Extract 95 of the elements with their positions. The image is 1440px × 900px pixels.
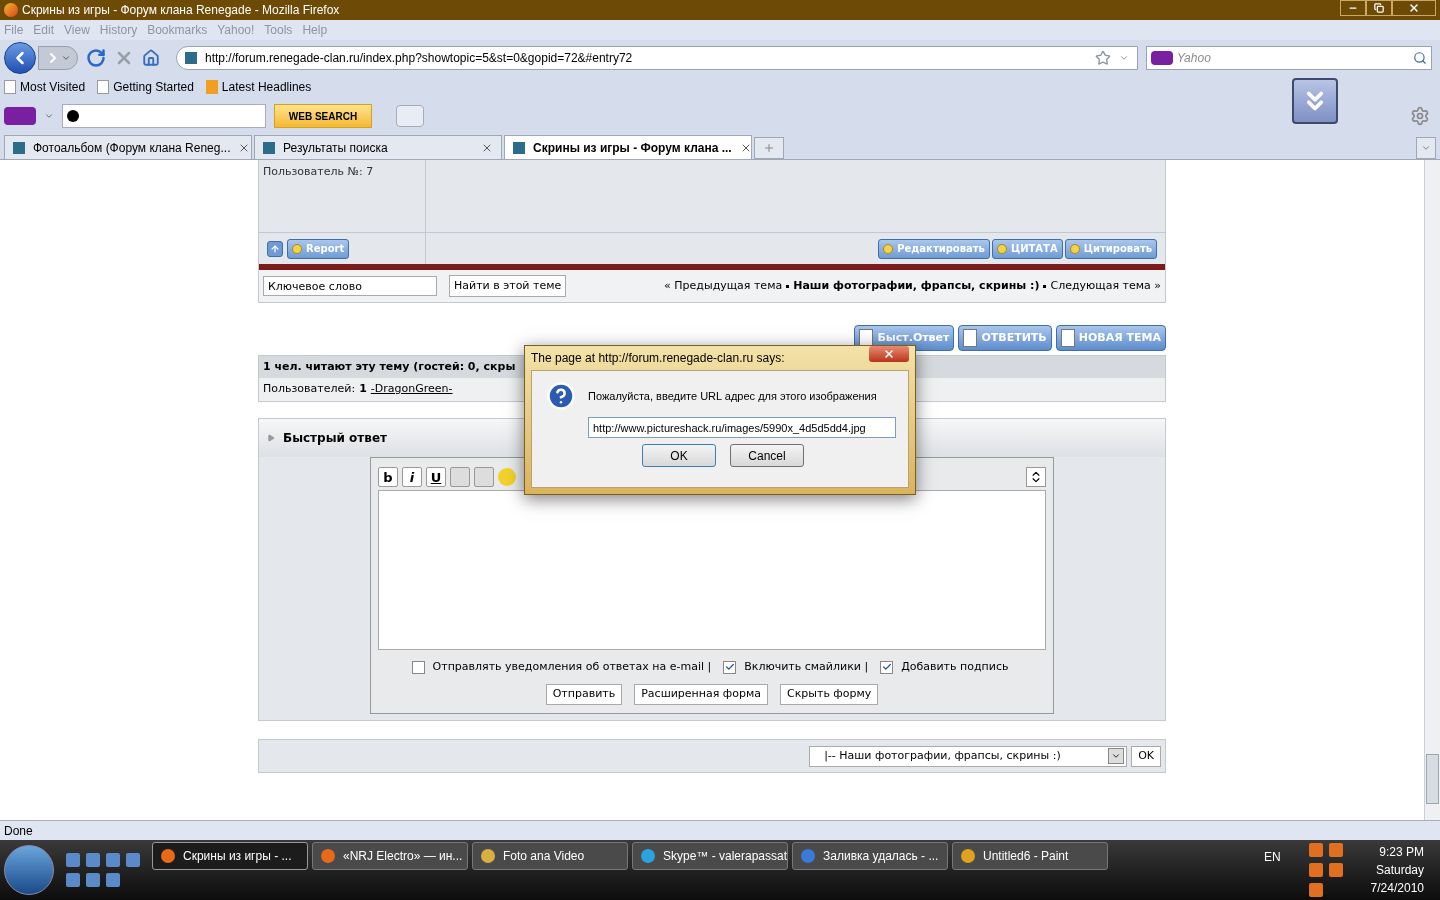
home-icon[interactable] xyxy=(142,49,160,67)
keyword-field[interactable]: Ключевое слово xyxy=(263,276,437,296)
option-label: Включить смайлики | xyxy=(744,658,869,675)
next-topic-link[interactable]: Следующая тема » xyxy=(1050,277,1161,295)
taskbar-button[interactable]: Скрины из игры - ... xyxy=(152,842,308,870)
page-icon xyxy=(4,80,16,94)
dialog-button[interactable]: Cancel xyxy=(730,444,804,467)
format-button[interactable]: U xyxy=(426,467,446,487)
checkbox[interactable] xyxy=(723,660,737,674)
taskbar-button[interactable]: Заливка удалась - ... xyxy=(792,842,948,870)
back-button[interactable] xyxy=(4,42,36,74)
scrollbar-thumb[interactable] xyxy=(1426,754,1439,804)
url-text: http://forum.renegade-clan.ru/index.php?showtopic=5&st=0&gopid=72&#entry72 xyxy=(205,50,633,67)
option-label: Добавить подпись xyxy=(901,658,1009,675)
forum-select[interactable]: |-- Наши фотографии, фрапсы, скрины :) xyxy=(809,745,1128,767)
check-icon xyxy=(724,662,735,672)
dropdown-icon[interactable] xyxy=(1119,53,1129,63)
dialog-title: The page at http://forum.renegade-clan.ru says: xyxy=(531,350,785,367)
star-icon[interactable] xyxy=(1095,50,1111,66)
address-field[interactable]: http://forum.renegade-clan.ru/index.php?showtopic=5&st=0&gopid=72&#entry72 xyxy=(176,46,1138,70)
search-field[interactable]: Yahoo xyxy=(1146,46,1432,70)
site-icon xyxy=(185,52,197,64)
bookmark-item[interactable]: Most Visited xyxy=(4,78,86,96)
user-link[interactable]: -DragonGreen- xyxy=(370,381,453,398)
format-button[interactable]: i xyxy=(402,467,422,487)
close-icon xyxy=(883,348,895,360)
window-title: Скрины из игры - Форум клана Renegade - Mozilla Firefox xyxy=(22,2,340,19)
users-label: Пользователей: xyxy=(263,381,356,398)
clock-date: 7/24/2010 xyxy=(1370,880,1424,897)
browser-tab[interactable]: Фотоальбом (Форум клана Reneg... xyxy=(4,135,252,159)
form-button[interactable]: Скрыть форму xyxy=(780,684,879,705)
form-button[interactable]: Расширенная форма xyxy=(634,684,768,705)
document-icon xyxy=(963,329,978,347)
scroll-up-button[interactable] xyxy=(267,240,283,257)
taskbar-button[interactable]: Untitled6 - Paint xyxy=(952,842,1108,870)
caret-icon xyxy=(61,53,71,63)
settings-icon[interactable] xyxy=(1410,106,1430,126)
author-info: Пользователь №: 7 xyxy=(263,165,374,178)
tab-list-button[interactable] xyxy=(1416,137,1436,159)
reload-icon[interactable] xyxy=(86,48,106,68)
quick-reply-title: Быстрый ответ xyxy=(283,430,387,447)
browser-tab[interactable]: Результаты поиска xyxy=(254,135,502,159)
dialog-close-button[interactable] xyxy=(869,346,909,362)
current-topic-title: Наши фотографии, фрапсы, скрины :) xyxy=(793,277,1040,294)
go-button[interactable]: OK xyxy=(1131,745,1161,767)
dialog-message: Пожалуйста, введите URL адрес для этого изображения xyxy=(588,388,877,404)
up-arrow-icon xyxy=(270,243,280,254)
site-icon xyxy=(513,141,525,154)
caret-icon xyxy=(1421,143,1431,153)
bullet-icon xyxy=(267,434,275,442)
minimize-button[interactable] xyxy=(1340,0,1366,16)
start-button[interactable] xyxy=(4,845,54,895)
download-arrows-icon[interactable] xyxy=(1292,78,1338,124)
clock-day: Saturday xyxy=(1375,861,1424,879)
web-search-button[interactable]: WEB SEARCH xyxy=(274,104,372,128)
browser-tab[interactable]: Скрины из игры - Форум клана ... xyxy=(504,135,752,159)
dropdown-icon[interactable] xyxy=(44,111,54,121)
checkbox[interactable] xyxy=(880,660,894,674)
page-icon xyxy=(97,80,110,94)
option-label: Отправлять уведомления об ответах на e-mail | xyxy=(432,658,712,675)
bookmark-item[interactable]: Latest Headlines xyxy=(205,78,312,96)
users-count: 1 xyxy=(359,381,367,398)
site-icon xyxy=(13,141,25,154)
resize-button[interactable] xyxy=(1026,467,1046,487)
check-icon xyxy=(881,662,892,672)
search-input[interactable]: Yahoo xyxy=(1177,49,1409,67)
restore-button[interactable] xyxy=(1366,0,1392,16)
form-button[interactable]: Отправить xyxy=(545,684,623,705)
status-text: Done xyxy=(4,822,33,840)
previous-topic-link[interactable]: « Предыдущая тема xyxy=(664,277,783,295)
close-button[interactable] xyxy=(1392,0,1436,16)
toolbar-search-field[interactable] xyxy=(62,104,266,128)
tray-icon[interactable] xyxy=(1328,863,1343,877)
checkbox[interactable] xyxy=(411,660,425,674)
bookmark-item[interactable]: Getting Started xyxy=(97,78,194,96)
tray-icon[interactable] xyxy=(1308,843,1323,857)
search-topic-button[interactable]: Найти в этой теме xyxy=(449,275,567,297)
url-input[interactable]: http://www.pictureshack.ru/images/5990x_4d5d5dd4.jpg xyxy=(588,417,896,438)
dialog-button[interactable]: OK xyxy=(642,444,716,467)
readers-title: 1 чел. читают эту тему (гостей: 0, скры xyxy=(263,358,516,375)
question-icon xyxy=(546,381,576,411)
format-button[interactable]: b xyxy=(378,467,398,487)
taskbar-button[interactable]: Skype™ - valerapassat xyxy=(632,842,788,870)
tray-icon[interactable] xyxy=(1308,863,1323,877)
browser-logo-icon xyxy=(4,3,18,17)
taskbar-button[interactable]: Foto ana Video xyxy=(472,842,628,870)
restore-icon xyxy=(1374,3,1384,13)
tray-icon[interactable] xyxy=(1328,843,1343,857)
document-icon xyxy=(1060,329,1075,347)
language-indicator[interactable]: EN xyxy=(1263,848,1281,866)
site-icon xyxy=(263,141,275,154)
clock-time: 9:23 PM xyxy=(1379,844,1424,861)
tray-icon[interactable] xyxy=(1308,883,1323,897)
taskbar-button[interactable]: «NRJ Electro» — ин... xyxy=(312,842,468,870)
close-icon xyxy=(1408,2,1420,14)
